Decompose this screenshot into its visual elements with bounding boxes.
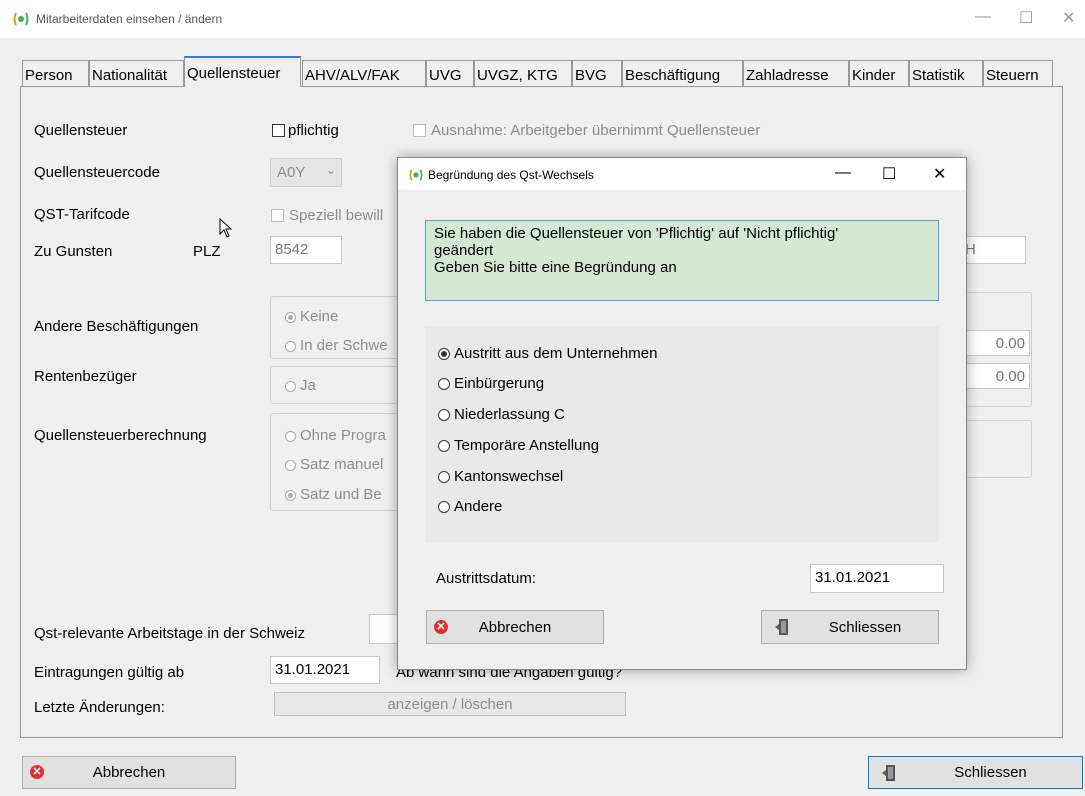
amount-field-2[interactable]: 0.00 [960, 363, 1030, 389]
pflichtig-checkbox[interactable]: pflichtig [272, 122, 339, 139]
cancel-button[interactable]: ✕ Abbrechen [22, 756, 236, 789]
quellensteuercode-label: Quellensteuercode [34, 164, 160, 181]
ausnahme-label: Ausnahme: Arbeitgeber übernimmt Quellens… [431, 122, 761, 139]
option-andere-radio[interactable]: Andere [438, 498, 502, 515]
option-einbuergerung-radio[interactable]: Einbürgerung [438, 375, 544, 392]
close-button[interactable]: Schliessen [868, 756, 1083, 789]
quellensteuercode-select[interactable]: A0Y ⌄ [270, 158, 342, 187]
berechnung-side-group [960, 420, 1032, 478]
arbeitstage-label: Qst-relevante Arbeitstage in der Schweiz [34, 625, 305, 642]
andere-beschaeftigungen-group: Keine In der Schwe [270, 296, 400, 359]
reason-options-panel: Austritt aus dem Unternehmen Einbürgerun… [425, 326, 939, 542]
option-niederlassung-radio[interactable]: Niederlassung C [438, 406, 565, 423]
rentenbezueger-group: Ja [270, 366, 400, 404]
info-message: Sie haben die Quellensteuer von 'Pflicht… [425, 220, 939, 301]
dialog-titlebar: Begründung des Qst-Wechsels — ☐ ✕ [398, 158, 966, 190]
speziell-checkbox[interactable]: Speziell bewill [271, 207, 383, 224]
tab-zahladresse[interactable]: Zahladresse [743, 60, 849, 87]
amount-field-1[interactable]: 0.00 [960, 330, 1030, 356]
tab-quellensteuer[interactable]: Quellensteuer [184, 56, 301, 87]
tab-bvg[interactable]: BVG [572, 60, 622, 87]
chevron-down-icon: ⌄ [326, 163, 337, 177]
tab-uvgz-ktg[interactable]: UVGZ, KTG [474, 60, 572, 87]
rentenbezueger-label: Rentenbezüger [34, 368, 137, 385]
close-button-label: Schliessen [954, 764, 1027, 781]
option-temporaere-anstellung-radio[interactable]: Temporäre Anstellung [438, 437, 599, 454]
dialog-maximize-icon[interactable]: ☐ [882, 164, 896, 184]
dialog-cancel-label: Abbrechen [478, 618, 552, 636]
gueltig-ab-input[interactable]: 31.01.2021 [270, 656, 380, 684]
dialog-title: Begründung des Qst-Wechsels [428, 168, 594, 182]
keine-radio[interactable]: Keine [285, 308, 338, 325]
mouse-cursor-icon [219, 218, 233, 238]
plz-label: PLZ [193, 243, 221, 260]
letzte-aenderungen-label: Letzte Änderungen: [34, 699, 165, 716]
tab-steuern[interactable]: Steuern [983, 60, 1053, 87]
berechnung-group: Ohne Progra Satz manuel Satz und Be [270, 413, 400, 511]
app-logo-icon [409, 169, 423, 181]
tab-nationalitaet[interactable]: Nationalität [89, 60, 184, 87]
app-logo-icon [13, 12, 29, 26]
dialog-close-label: Schliessen [828, 618, 902, 636]
dialog-close-icon[interactable]: ✕ [933, 164, 946, 184]
andere-beschaeftigungen-label: Andere Beschäftigungen [34, 318, 199, 335]
in-der-schweiz-radio[interactable]: In der Schwe [285, 337, 388, 354]
window-title: Mitarbeiterdaten einsehen / ändern [36, 12, 223, 26]
tab-ahv[interactable]: AHV/ALV/FAK [302, 60, 426, 87]
anzeigen-loeschen-button[interactable]: anzeigen / löschen [274, 692, 626, 716]
tarifcode-label: QST-Tarifcode [34, 206, 130, 223]
window-titlebar: Mitarbeiterdaten einsehen / ändern — ☐ ✕ [0, 0, 1085, 38]
tab-statistik[interactable]: Statistik [909, 60, 983, 87]
satz-und-betrag-radio[interactable]: Satz und Be [285, 486, 382, 503]
tab-person[interactable]: Person [22, 60, 89, 87]
dialog-close-button[interactable]: Schliessen [761, 610, 939, 644]
gueltig-ab-label: Eintragungen gültig ab [34, 664, 185, 681]
info-line-1: Sie haben die Quellensteuer von 'Pflicht… [434, 225, 839, 242]
option-kantonswechsel-radio[interactable]: Kantonswechsel [438, 468, 563, 485]
tab-kinder[interactable]: Kinder [849, 60, 909, 87]
ohne-programm-radio[interactable]: Ohne Progra [285, 427, 386, 444]
cancel-button-label: Abbrechen [92, 764, 166, 781]
ja-radio[interactable]: Ja [285, 377, 316, 394]
tab-beschaeftigung[interactable]: Beschäftigung [622, 60, 743, 87]
zugunsten-label: Zu Gunsten [34, 243, 113, 260]
quellensteuer-label: Quellensteuer [34, 122, 128, 139]
info-line-2: geändert [434, 242, 494, 259]
dialog-cancel-button[interactable]: ✕ Abbrechen [426, 610, 604, 644]
speziell-label: Speziell bewill [289, 207, 384, 224]
austrittsdatum-input[interactable]: 31.01.2021 [810, 564, 944, 593]
plz-input[interactable]: 8542 [270, 236, 342, 264]
info-line-3: Geben Sie bitte eine Begründung an [434, 259, 677, 276]
minimize-icon[interactable]: — [975, 8, 991, 26]
ausnahme-checkbox[interactable]: Ausnahme: Arbeitgeber übernimmt Quellens… [413, 122, 760, 139]
option-austritt-radio[interactable]: Austritt aus dem Unternehmen [438, 345, 657, 362]
dialog-minimize-icon[interactable]: — [835, 164, 851, 182]
pflichtig-label: pflichtig [288, 122, 339, 139]
maximize-icon[interactable]: ☐ [1019, 8, 1033, 28]
quellensteuerberechnung-label: Quellensteuerberechnung [34, 427, 207, 444]
satz-manuell-radio[interactable]: Satz manuel [285, 456, 383, 473]
tab-uvg[interactable]: UVG [426, 60, 474, 87]
close-icon[interactable]: ✕ [1062, 8, 1075, 28]
qst-wechsel-dialog: Begründung des Qst-Wechsels — ☐ ✕ Sie ha… [397, 157, 967, 670]
austrittsdatum-label: Austrittsdatum: [436, 570, 537, 587]
